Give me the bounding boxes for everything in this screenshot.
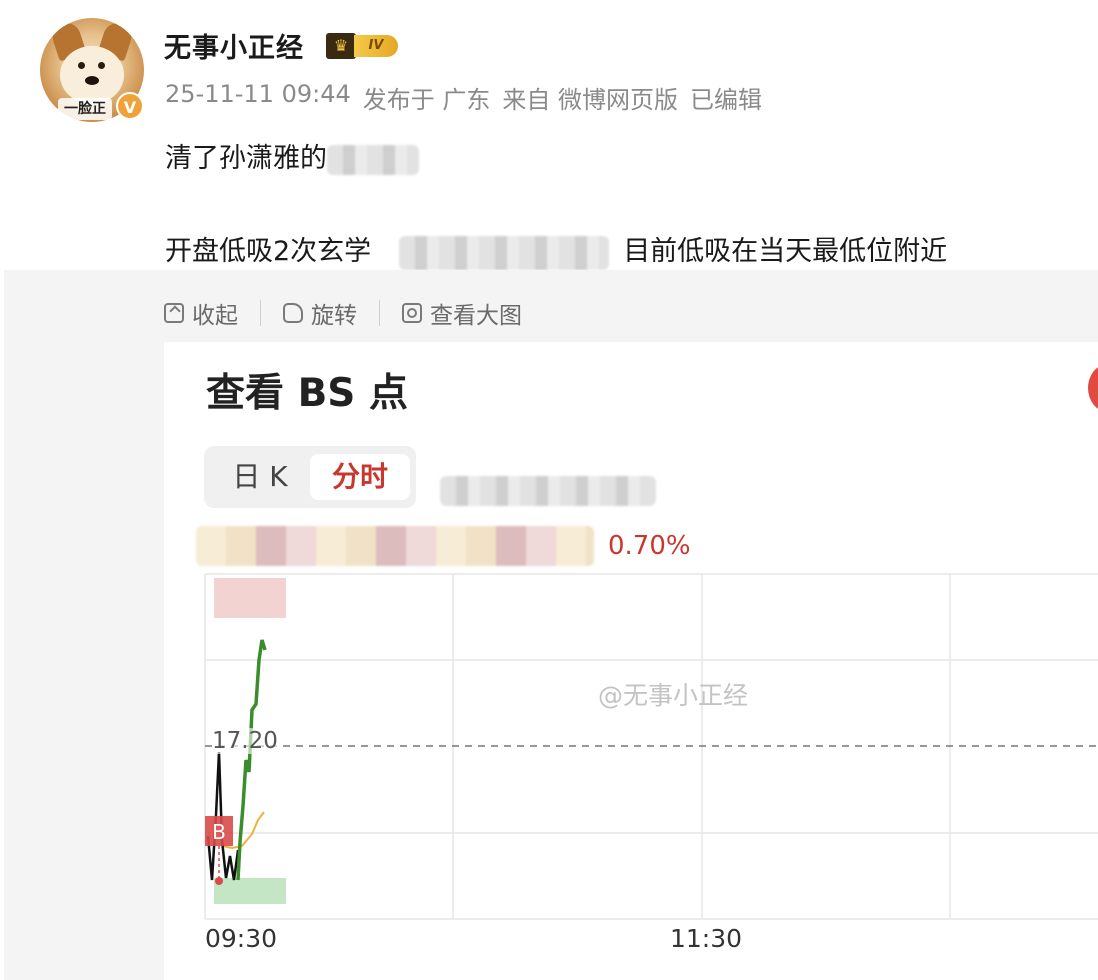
- x-tick-label: 09:30: [205, 924, 278, 953]
- buy-marker-label: B: [212, 820, 226, 844]
- blurred-label: [214, 578, 286, 618]
- ref-price-label: 17.20: [212, 728, 278, 754]
- intraday-chart: B: [204, 573, 1098, 920]
- blurred-label: [214, 878, 286, 904]
- price-line: [236, 639, 267, 881]
- watermark: @无事小正经: [598, 681, 749, 710]
- x-tick-label: 11:30: [670, 924, 743, 953]
- buy-point: [215, 877, 223, 885]
